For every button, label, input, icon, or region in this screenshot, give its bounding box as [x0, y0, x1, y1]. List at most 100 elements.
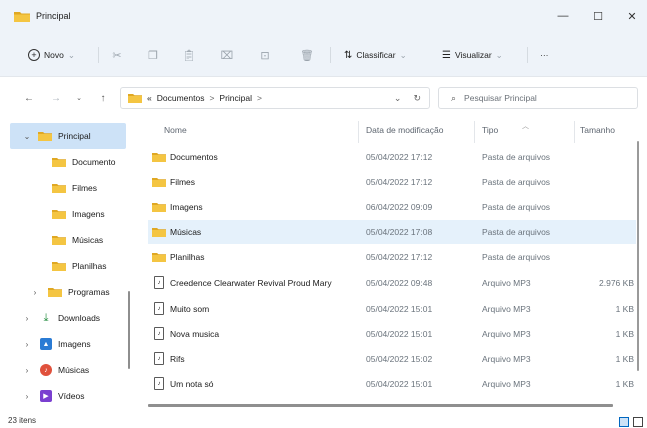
chevron-right-icon[interactable]: › [30, 288, 40, 297]
sidebar-item-label: Imagens [72, 209, 105, 219]
sidebar-item-documento[interactable]: Documento [0, 149, 130, 175]
column-header-date[interactable]: Data de modificação [366, 125, 444, 135]
command-bar: + Novo ⌄ ✂ ❐ 📋︎ ⌧ ⊡ 🗑︎ ⇅ Classificar ⌄ ☰… [0, 33, 647, 77]
sidebar-item-label: Programas [68, 287, 110, 297]
file-date: 06/04/2022 09:09 [366, 202, 433, 212]
file-date: 05/04/2022 17:12 [366, 177, 433, 187]
column-divider[interactable] [474, 121, 475, 143]
file-row[interactable]: Planilhas 05/04/2022 17:12 Pasta de arqu… [148, 245, 636, 269]
sidebar-item-label: Filmes [72, 183, 98, 193]
file-row[interactable]: Imagens 06/04/2022 09:09 Pasta de arquiv… [148, 195, 636, 219]
sidebar-item-imagens-folder[interactable]: Imagens [0, 201, 130, 227]
pictures-icon: ▲ [40, 338, 52, 350]
sidebar-item-label: Downloads [58, 313, 101, 323]
file-list-scrollbar[interactable] [637, 141, 639, 371]
column-divider[interactable] [358, 121, 359, 143]
sidebar-scrollbar[interactable] [128, 291, 130, 369]
sort-button[interactable]: ⇅ Classificar ⌄ [344, 47, 407, 63]
file-type: Pasta de arquivos [482, 152, 551, 162]
address-bar[interactable]: « Documentos > Principal > ⌄ ↻ [120, 87, 430, 109]
breadcrumb-documentos[interactable]: Documentos [157, 93, 205, 103]
file-row[interactable]: Filmes 05/04/2022 17:12 Pasta de arquivo… [148, 170, 636, 194]
view-button[interactable]: ☰ Visualizar ⌄ [442, 47, 503, 63]
chevron-right-icon[interactable]: › [22, 340, 32, 349]
breadcrumb-overflow[interactable]: « [147, 93, 152, 103]
address-dropdown-icon[interactable]: ⌄ [394, 93, 402, 104]
sidebar-item-musicas-folder[interactable]: Músicas [0, 227, 130, 253]
sidebar-item-principal[interactable]: ⌄ Principal [10, 123, 126, 149]
file-date: 05/04/2022 17:12 [366, 252, 433, 262]
videos-icon: ▶ [40, 390, 52, 402]
view-icon: ☰ [442, 49, 451, 61]
file-type: Arquivo MP3 [482, 278, 531, 288]
chevron-right-icon[interactable]: › [22, 392, 32, 401]
sidebar-item-planilhas[interactable]: Planilhas [0, 253, 130, 279]
file-row[interactable]: ♪ Um nota só 05/04/2022 15:01 Arquivo MP… [148, 372, 636, 396]
file-row[interactable]: ♪ Muito som 05/04/2022 15:01 Arquivo MP3… [148, 297, 636, 321]
folder-icon [152, 253, 166, 262]
sidebar-item-label: Músicas [72, 235, 104, 245]
file-row[interactable]: ♪ Rifs 05/04/2022 15:02 Arquivo MP3 1 KB [148, 347, 636, 371]
file-date: 05/04/2022 15:02 [366, 354, 433, 364]
copy-icon[interactable]: ❐ [146, 48, 160, 62]
sidebar-item-label: Planilhas [72, 261, 107, 271]
forward-arrow-icon[interactable]: → [49, 91, 63, 105]
column-header-size[interactable]: Tamanho [580, 125, 615, 135]
more-button[interactable]: ··· [540, 47, 549, 63]
breadcrumb-principal[interactable]: Principal [219, 93, 252, 103]
share-icon[interactable]: ⊡ [258, 48, 272, 62]
file-type: Pasta de arquivos [482, 252, 551, 262]
file-name: Muito som [170, 304, 210, 314]
rename-icon[interactable]: ⌧ [220, 48, 234, 62]
file-date: 05/04/2022 15:01 [366, 304, 433, 314]
details-view-button[interactable] [619, 417, 629, 427]
sort-icon: ⇅ [344, 49, 353, 61]
file-name: Planilhas [170, 252, 205, 262]
sidebar-item-videos[interactable]: › ▶ Vídeos [0, 383, 130, 409]
chevron-down-icon: ⌄ [67, 49, 75, 60]
horizontal-scrollbar[interactable] [148, 404, 613, 407]
sort-ascending-icon: ︿ [522, 123, 529, 130]
file-name: Documentos [170, 152, 218, 162]
search-icon: ⌕ [451, 92, 457, 103]
refresh-icon[interactable]: ↻ [413, 93, 421, 104]
large-icons-view-button[interactable] [633, 417, 643, 427]
paste-icon[interactable]: 📋︎ [182, 48, 196, 62]
sidebar-item-filmes[interactable]: Filmes [0, 175, 130, 201]
file-row-selected[interactable]: Músicas 05/04/2022 17:08 Pasta de arquiv… [148, 220, 636, 244]
sidebar-item-imagens-library[interactable]: › ▲ Imagens [0, 331, 130, 357]
delete-icon[interactable]: 🗑︎ [300, 48, 314, 62]
column-header-name[interactable]: Nome [164, 125, 187, 135]
navigation-bar: ← → ⌄ ↑ « Documentos > Principal > ⌄ ↻ ⌕… [0, 77, 647, 119]
sidebar-item-label: Documento [72, 157, 116, 167]
sidebar-item-programas[interactable]: › Programas [0, 279, 130, 305]
chevron-right-icon[interactable]: › [22, 314, 32, 323]
sidebar-item-downloads[interactable]: › ⤓ Downloads [0, 305, 130, 331]
recent-chevron-icon[interactable]: ⌄ [72, 91, 86, 105]
file-date: 05/04/2022 17:12 [366, 152, 433, 162]
file-row[interactable]: Documentos 05/04/2022 17:12 Pasta de arq… [148, 145, 636, 169]
file-type: Pasta de arquivos [482, 177, 551, 187]
file-type: Pasta de arquivos [482, 202, 551, 212]
file-type: Pasta de arquivos [482, 227, 551, 237]
audio-file-icon: ♪ [154, 352, 164, 365]
folder-icon [52, 158, 66, 167]
plus-circle-icon: + [28, 49, 40, 61]
chevron-right-icon[interactable]: › [22, 366, 32, 375]
file-size: 1 KB [615, 304, 634, 314]
up-arrow-icon[interactable]: ↑ [96, 91, 110, 105]
search-box[interactable]: ⌕ Pesquisar Principal [438, 87, 638, 109]
close-button[interactable]: ✕ [622, 8, 642, 24]
cut-icon[interactable]: ✂ [110, 48, 124, 62]
minimize-button[interactable]: — [553, 8, 573, 24]
audio-file-icon: ♪ [154, 327, 164, 340]
file-row[interactable]: ♪ Creedence Clearwater Revival Proud Mar… [148, 271, 636, 295]
chevron-down-icon[interactable]: ⌄ [22, 132, 32, 141]
column-divider[interactable] [574, 121, 575, 143]
sidebar-item-musicas-library[interactable]: › ♪ Músicas [0, 357, 130, 383]
column-header-type[interactable]: Tipo [482, 125, 498, 135]
maximize-button[interactable]: ☐ [588, 8, 608, 24]
back-arrow-icon[interactable]: ← [22, 91, 36, 105]
new-button[interactable]: + Novo ⌄ [28, 47, 75, 63]
file-row[interactable]: ♪ Nova musica 05/04/2022 15:01 Arquivo M… [148, 322, 636, 346]
